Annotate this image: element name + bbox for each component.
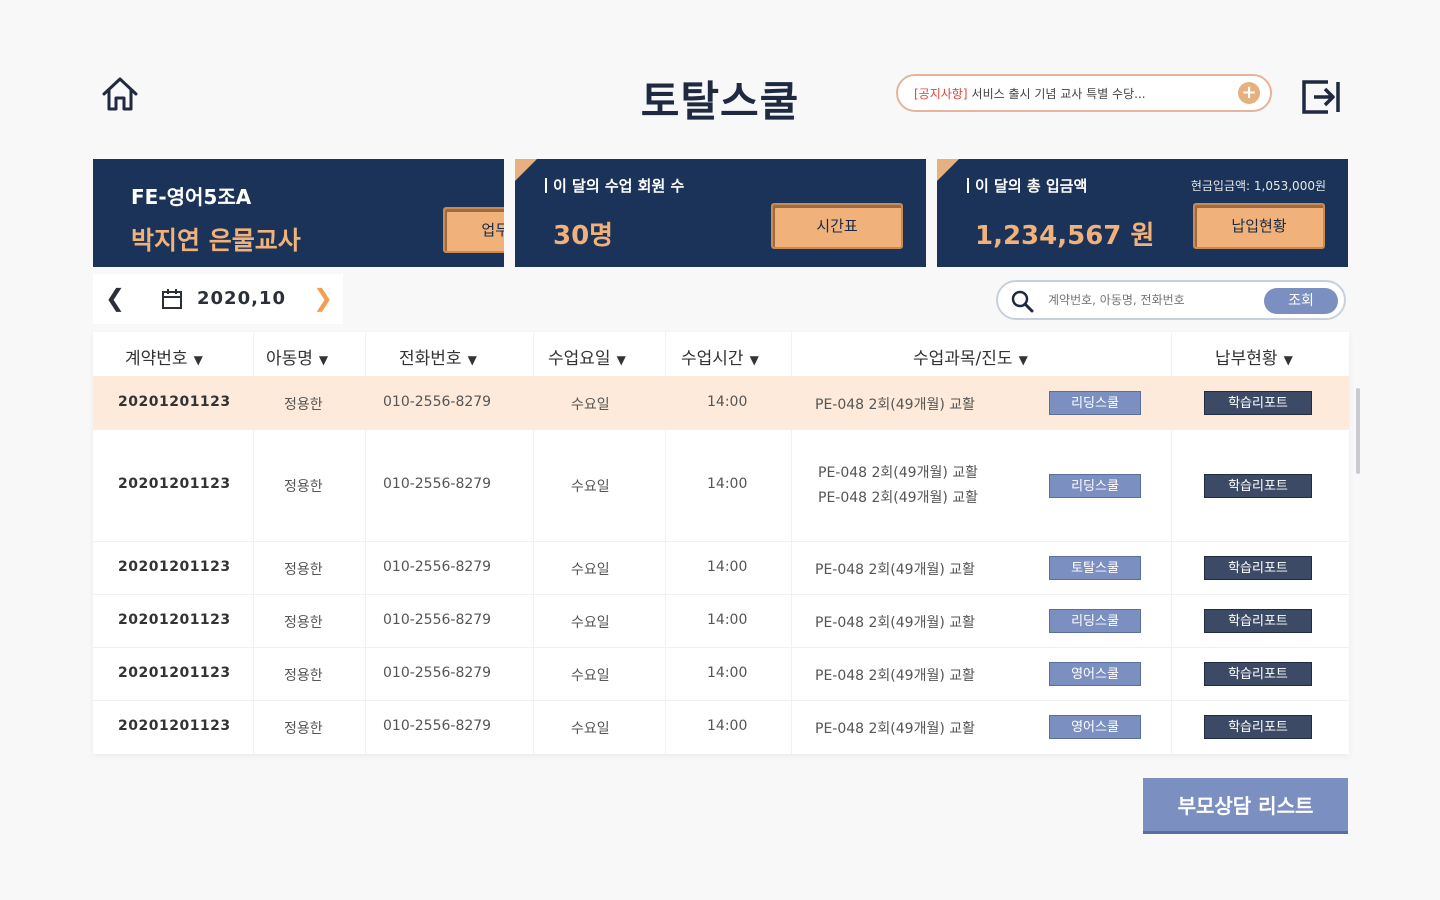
- study-report-button[interactable]: 학습리포트: [1204, 391, 1312, 415]
- school-tag: 리딩스쿨: [1049, 391, 1141, 415]
- cell-child: 정용한: [284, 668, 323, 684]
- cell-day: 수요일: [571, 668, 610, 684]
- timetable-button[interactable]: 시간표: [771, 203, 903, 249]
- table-row[interactable]: 20201201123 정용한 010-2556-8279 수요일 14:00 …: [93, 430, 1349, 542]
- app-title: 토탈스쿨: [640, 77, 800, 126]
- cell-time: 14:00: [707, 476, 748, 492]
- cell-subject-2: PE-048 2회(49개월) 교활: [818, 490, 979, 506]
- course-name: FE-영어5조A: [131, 185, 252, 209]
- table-row[interactable]: 20201201123 정용한 010-2556-8279 수요일 14:00 …: [93, 376, 1349, 430]
- cell-time: 14:00: [707, 612, 748, 628]
- parent-consult-list-button[interactable]: 부모상담 리스트: [1143, 778, 1348, 834]
- study-report-button[interactable]: 학습리포트: [1204, 662, 1312, 686]
- cell-phone: 010-2556-8279: [383, 394, 492, 410]
- notice-bar[interactable]: [공지사항] 서비스 출시 기념 교사 특별 수당... +: [896, 74, 1272, 112]
- header-contract[interactable]: 계약번호 ▼: [125, 344, 203, 369]
- card-notch: [937, 159, 959, 181]
- study-report-button[interactable]: 학습리포트: [1204, 609, 1312, 633]
- cell-day: 수요일: [571, 615, 610, 631]
- header-subject[interactable]: 수업과목/진도 ▼: [913, 344, 1028, 369]
- search-button[interactable]: 조회: [1264, 288, 1338, 314]
- members-value: 30명: [553, 221, 614, 251]
- table-row[interactable]: 20201201123 정용한 010-2556-8279 수요일 14:00 …: [93, 701, 1349, 754]
- cell-contract: 20201201123: [118, 665, 231, 681]
- school-tag: 영어스쿨: [1049, 715, 1141, 739]
- cell-subject: PE-048 2회(49개월) 교활: [815, 562, 976, 578]
- search-icon: [1011, 290, 1034, 313]
- search-input[interactable]: [1048, 290, 1258, 310]
- study-report-button[interactable]: 학습리포트: [1204, 474, 1312, 498]
- plus-icon[interactable]: +: [1238, 82, 1260, 104]
- cell-day: 수요일: [571, 479, 610, 495]
- cell-phone: 010-2556-8279: [383, 612, 492, 628]
- table-row[interactable]: 20201201123 정용한 010-2556-8279 수요일 14:00 …: [93, 648, 1349, 701]
- cell-day: 수요일: [571, 397, 610, 413]
- cell-time: 14:00: [707, 559, 748, 575]
- cell-child: 정용한: [284, 479, 323, 495]
- school-tag: 토탈스쿨: [1049, 556, 1141, 580]
- date-navigator: ❮ 2020,10 ❯: [93, 274, 343, 324]
- table-scrollbar[interactable]: [1356, 388, 1360, 474]
- cell-subject: PE-048 2회(49개월) 교활: [815, 615, 976, 631]
- header-time[interactable]: 수업시간 ▼: [681, 344, 759, 369]
- cell-subject: PE-048 2회(49개월) 교활: [815, 721, 976, 737]
- cell-time: 14:00: [707, 718, 748, 734]
- teacher-name: 박지연 은물교사: [131, 226, 301, 255]
- study-report-button[interactable]: 학습리포트: [1204, 715, 1312, 739]
- card-notch: [515, 159, 537, 181]
- table-row[interactable]: 20201201123 정용한 010-2556-8279 수요일 14:00 …: [93, 542, 1349, 595]
- cell-phone: 010-2556-8279: [383, 665, 492, 681]
- income-value: 1,234,567 원: [975, 221, 1155, 251]
- cell-contract: 20201201123: [118, 559, 231, 575]
- header-child[interactable]: 아동명 ▼: [266, 344, 328, 369]
- cell-time: 14:00: [707, 394, 748, 410]
- income-card: 이 달의 총 입금액 현금입금액: 1,053,000원 1,234,567 원…: [937, 159, 1348, 267]
- cell-child: 정용한: [284, 615, 323, 631]
- header-phone[interactable]: 전화번호 ▼: [399, 344, 477, 369]
- table-header: 계약번호 ▼ 아동명 ▼ 전화번호 ▼ 수업요일 ▼ 수업시간 ▼ 수업과목/진도 ▼ 납부…: [93, 332, 1349, 376]
- cell-child: 정용한: [284, 397, 323, 413]
- cell-phone: 010-2556-8279: [383, 476, 492, 492]
- cell-time: 14:00: [707, 665, 748, 681]
- cell-day: 수요일: [571, 721, 610, 737]
- study-report-button[interactable]: 학습리포트: [1204, 556, 1312, 580]
- cell-phone: 010-2556-8279: [383, 718, 492, 734]
- cell-contract: 20201201123: [118, 612, 231, 628]
- search-box: 조회: [996, 280, 1346, 320]
- table-row[interactable]: 20201201123 정용한 010-2556-8279 수요일 14:00 …: [93, 595, 1349, 648]
- cell-subject: PE-048 2회(49개월) 교활: [818, 465, 979, 481]
- work-manage-button[interactable]: 업무관리: [443, 207, 504, 253]
- cell-phone: 010-2556-8279: [383, 559, 492, 575]
- payment-status-button[interactable]: 납입현황: [1193, 203, 1325, 249]
- school-tag: 영어스쿨: [1049, 662, 1141, 686]
- teacher-card: FE-영어5조A 박지연 은물교사 업무관리: [93, 159, 504, 267]
- logout-icon[interactable]: [1300, 74, 1344, 118]
- cell-contract: 20201201123: [118, 476, 231, 492]
- school-tag: 리딩스쿨: [1049, 609, 1141, 633]
- cash-income: 현금입금액: 1,053,000원: [1190, 179, 1326, 193]
- home-icon[interactable]: [100, 74, 140, 114]
- members-label: 이 달의 수업 회원 수: [545, 175, 684, 196]
- cell-subject: PE-048 2회(49개월) 교활: [815, 397, 976, 413]
- contract-table: 계약번호 ▼ 아동명 ▼ 전화번호 ▼ 수업요일 ▼ 수업시간 ▼ 수업과목/진도 ▼ 납부…: [93, 332, 1349, 754]
- notice-text: 서비스 출시 기념 교사 특별 수당...: [971, 86, 1146, 101]
- income-label: 이 달의 총 입금액: [967, 175, 1087, 196]
- current-date: 2020,10: [197, 288, 286, 309]
- cell-subject: PE-048 2회(49개월) 교활: [815, 668, 976, 684]
- members-card: 이 달의 수업 회원 수 30명 시간표: [515, 159, 926, 267]
- cell-contract: 20201201123: [118, 394, 231, 410]
- prev-month-button[interactable]: ❮: [105, 284, 125, 312]
- next-month-button[interactable]: ❯: [313, 284, 333, 312]
- school-tag: 리딩스쿨: [1049, 474, 1141, 498]
- calendar-icon[interactable]: [161, 288, 183, 310]
- cell-child: 정용한: [284, 562, 323, 578]
- cell-child: 정용한: [284, 721, 323, 737]
- notice-tag: [공지사항]: [914, 86, 968, 101]
- cell-day: 수요일: [571, 562, 610, 578]
- cell-contract: 20201201123: [118, 718, 231, 734]
- header-payment[interactable]: 납부현황 ▼: [1215, 344, 1293, 369]
- header-day[interactable]: 수업요일 ▼: [548, 344, 626, 369]
